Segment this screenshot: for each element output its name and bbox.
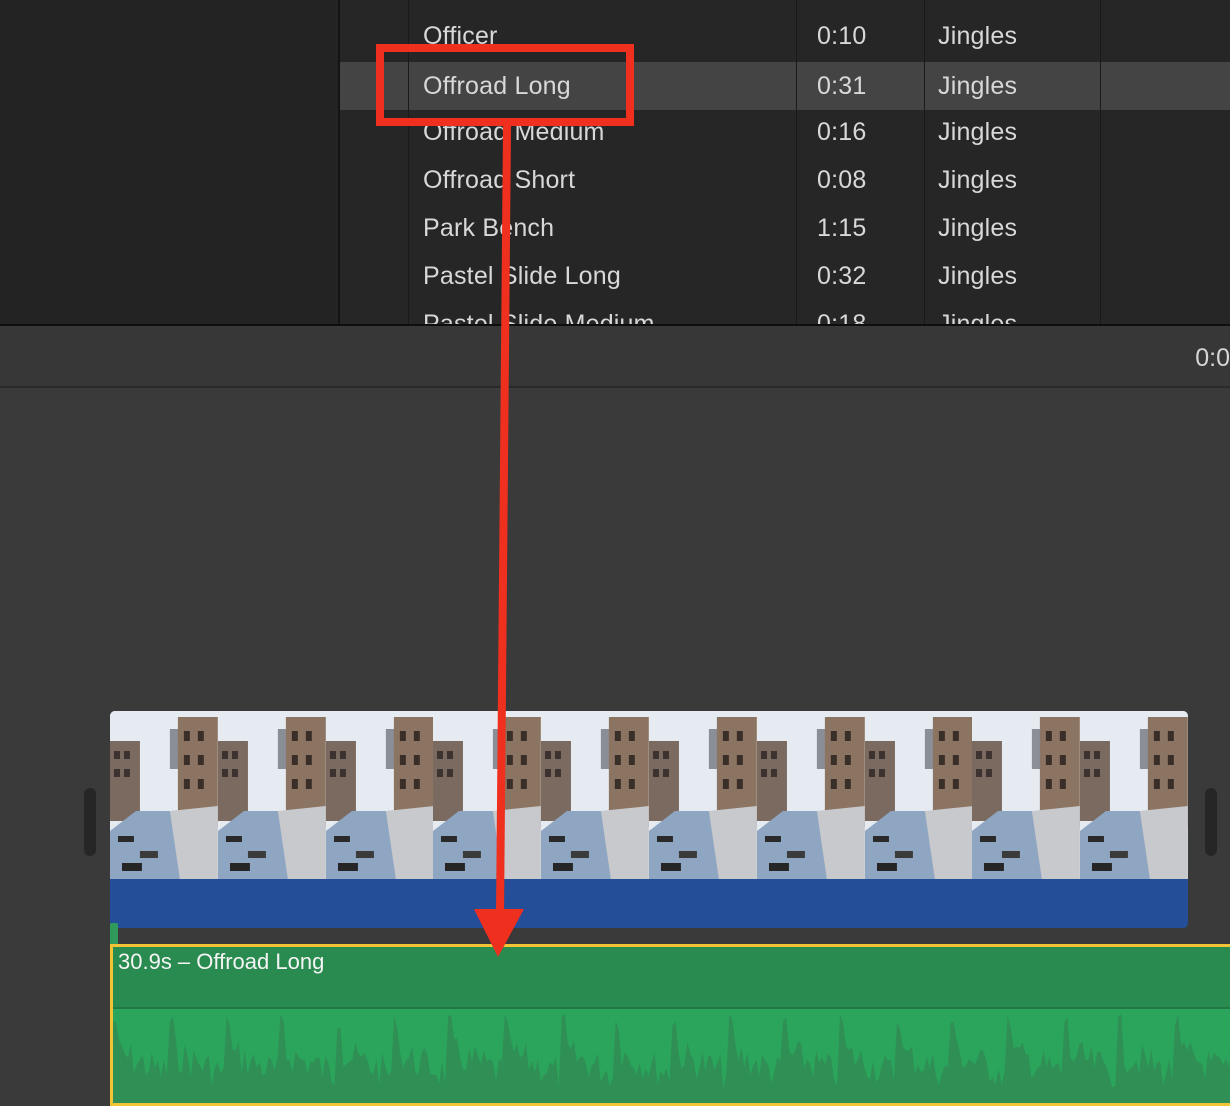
column-divider — [408, 0, 409, 326]
track-genre: Jingles — [938, 72, 1018, 100]
filmstrip-frame — [541, 711, 649, 879]
filmstrip-frame — [756, 711, 865, 879]
waveform-shape — [113, 1014, 1230, 1103]
video-clip-bar — [110, 879, 1188, 928]
track-duration: 0:18 — [817, 310, 867, 326]
column-divider — [924, 0, 925, 326]
track-duration: 0:10 — [817, 22, 867, 50]
track-duration: 0:32 — [817, 262, 867, 290]
track-duration: 0:08 — [817, 166, 867, 194]
track-genre: Jingles — [938, 214, 1018, 242]
music-browser: Officer 0:10 Jingles Offroad Long 0:31 J… — [0, 0, 1230, 326]
video-filmstrip — [110, 711, 1188, 879]
list-row-selected[interactable]: Offroad Long 0:31 Jingles — [340, 62, 1230, 110]
list-row[interactable]: Park Bench 1:15 Jingles — [340, 204, 1230, 252]
track-name: Offroad Short — [423, 166, 576, 194]
timeline-left-handle[interactable] — [84, 788, 96, 856]
list-row[interactable]: Pastel Slide Medium 0:18 Jingles — [340, 300, 1230, 326]
track-name: Park Bench — [423, 214, 555, 242]
track-genre: Jingles — [938, 262, 1018, 290]
filmstrip-frame — [648, 711, 757, 879]
audio-waveform — [113, 1009, 1230, 1103]
track-genre: Jingles — [938, 22, 1018, 50]
track-duration: 1:15 — [817, 214, 867, 242]
browser-bottom-edge — [0, 324, 1230, 326]
track-duration: 0:31 — [817, 72, 867, 100]
filmstrip-frame — [1080, 711, 1188, 879]
track-name: Offroad Medium — [423, 118, 605, 146]
filmstrip-frame — [972, 711, 1081, 879]
track-name: Offroad Long — [423, 72, 571, 100]
list-row[interactable]: Offroad Short 0:08 Jingles — [340, 156, 1230, 204]
track-genre: Jingles — [938, 118, 1018, 146]
filmstrip-frame — [433, 711, 542, 879]
track-name: Officer — [423, 22, 498, 50]
music-list: Officer 0:10 Jingles Offroad Long 0:31 J… — [340, 0, 1230, 326]
list-row[interactable]: Pastel Slide Long 0:32 Jingles — [340, 252, 1230, 300]
column-divider — [796, 0, 797, 326]
timeline-right-handle[interactable] — [1205, 788, 1217, 856]
filmstrip-frame — [217, 711, 326, 879]
track-duration: 0:16 — [817, 118, 867, 146]
list-row[interactable]: Offroad Medium 0:16 Jingles — [340, 108, 1230, 156]
track-genre: Jingles — [938, 310, 1018, 326]
track-genre: Jingles — [938, 166, 1018, 194]
timeline-header: 0:0 — [0, 327, 1230, 388]
audio-clip[interactable]: 30.9s – Offroad Long — [110, 944, 1230, 1106]
video-clip[interactable] — [110, 711, 1188, 928]
audio-clip-label: 30.9s – Offroad Long — [118, 949, 325, 974]
timeline-timecode: 0:0 — [1195, 344, 1230, 372]
filmstrip-frame — [864, 711, 973, 879]
sidebar-pane — [0, 0, 338, 324]
clip-connection-marker — [110, 923, 118, 945]
list-row[interactable]: Officer 0:10 Jingles — [340, 12, 1230, 60]
track-name: Pastel Slide Medium — [423, 310, 655, 326]
track-name: Pastel Slide Long — [423, 262, 621, 290]
filmstrip-frame — [110, 711, 218, 879]
column-divider — [1100, 0, 1101, 326]
waveform-graphic — [113, 1014, 1230, 1103]
filmstrip-frame — [325, 711, 434, 879]
